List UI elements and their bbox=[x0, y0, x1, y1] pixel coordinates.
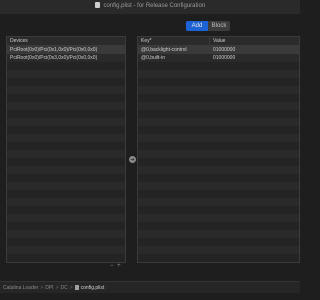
property-row[interactable]: @0,built-in 01000000 bbox=[138, 54, 299, 62]
value-header-label: Value bbox=[213, 38, 226, 44]
devices-panel: Devices PciRoot(0x0)/Pci(0x1,0x0)/Pci(0x… bbox=[6, 36, 126, 263]
property-value: 01000000 bbox=[213, 55, 236, 61]
device-path: PciRoot(0x0)/Pci(0x1,0x0)/Pci(0x0,0x0) bbox=[10, 47, 98, 53]
file-icon bbox=[74, 284, 79, 290]
add-segment[interactable]: Add bbox=[186, 21, 208, 31]
window-title-wrap: config.plist - for Release Configuration bbox=[0, 2, 300, 9]
breadcrumb-item[interactable]: DPI bbox=[43, 285, 55, 291]
breadcrumb-current[interactable]: config.plist bbox=[73, 284, 107, 291]
device-row[interactable]: PciRoot(0x0)/Pci(0x3,0x0)/Pci(0x0,0x0) bbox=[7, 54, 125, 62]
property-row[interactable]: @0,backlight-control 01000000 bbox=[138, 46, 299, 54]
device-path: PciRoot(0x0)/Pci(0x3,0x0)/Pci(0x0,0x0) bbox=[10, 55, 98, 61]
window-title: config.plist - for Release Configuration bbox=[103, 3, 206, 9]
arrow-right-icon[interactable]: ➔ bbox=[129, 156, 136, 163]
key-header-label: Key* bbox=[141, 38, 152, 44]
value-column-header[interactable]: Value bbox=[210, 38, 299, 44]
devices-header-label: Devices bbox=[10, 38, 28, 44]
property-key: @0,built-in bbox=[141, 55, 165, 61]
properties-header: Key* Value bbox=[138, 37, 299, 46]
title-bar: config.plist - for Release Configuration bbox=[0, 0, 300, 14]
devices-header[interactable]: Devices bbox=[7, 37, 125, 46]
property-value: 01000000 bbox=[213, 47, 236, 53]
key-column-header[interactable]: Key* bbox=[138, 37, 210, 45]
device-row[interactable]: PciRoot(0x0)/Pci(0x1,0x0)/Pci(0x0,0x0) bbox=[7, 46, 125, 54]
add-block-segmented-control[interactable]: Add Block bbox=[186, 21, 230, 31]
properties-panel: Key* Value @0,backlight-control 01000000… bbox=[137, 36, 300, 263]
breadcrumb-item[interactable]: DC bbox=[59, 285, 70, 291]
document-icon bbox=[94, 2, 100, 8]
property-key: @0,backlight-control bbox=[141, 47, 187, 53]
breadcrumb-item[interactable]: Catalina Loader bbox=[1, 285, 40, 291]
status-breadcrumb: Catalina Loader > DPI > DC > config.plis… bbox=[0, 281, 300, 293]
devices-list: PciRoot(0x0)/Pci(0x1,0x0)/Pci(0x0,0x0) P… bbox=[7, 46, 125, 262]
properties-list: @0,backlight-control 01000000 @0,built-i… bbox=[138, 46, 299, 262]
add-remove-buttons[interactable]: − + bbox=[110, 263, 122, 269]
block-segment[interactable]: Block bbox=[208, 21, 230, 31]
breadcrumb-current-label: config.plist bbox=[80, 284, 105, 291]
